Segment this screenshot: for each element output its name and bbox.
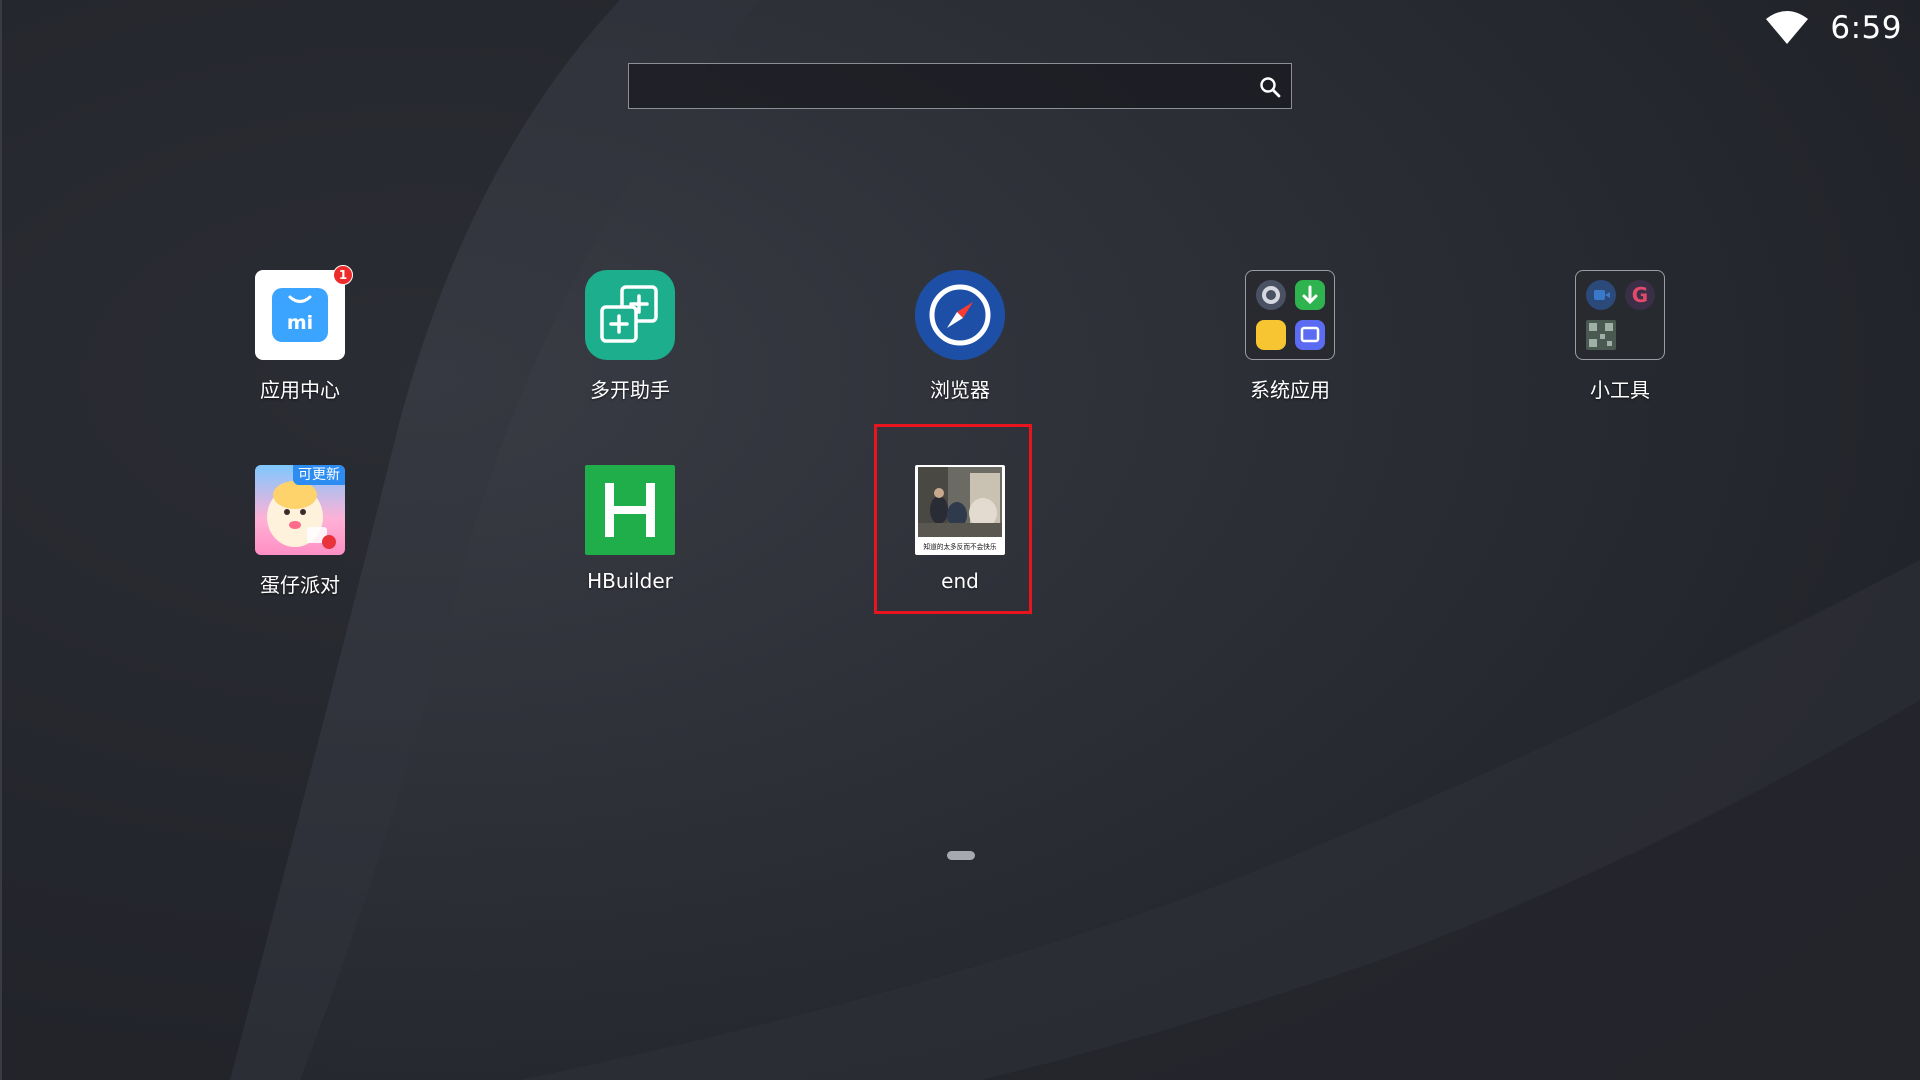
app-app-center[interactable]: mi 1 应用中心	[210, 265, 390, 403]
search-icon[interactable]	[1259, 76, 1281, 98]
compass-icon[interactable]	[915, 270, 1005, 360]
status-clock: 6:59	[1830, 10, 1902, 46]
app-system-apps-folder[interactable]: 系统应用	[1200, 270, 1380, 403]
update-badge: 可更新	[293, 465, 345, 485]
app-label: HBuilder	[587, 569, 673, 593]
app-label: 蛋仔派对	[260, 573, 340, 597]
svg-text:mi: mi	[287, 312, 313, 334]
status-bar: 6:59	[1766, 8, 1902, 48]
svg-text:G: G	[1632, 283, 1648, 307]
page-indicator[interactable]	[947, 851, 975, 860]
multi-open-icon[interactable]	[585, 270, 675, 360]
app-label: 应用中心	[260, 378, 340, 402]
app-multi-open[interactable]: 多开助手	[540, 270, 720, 403]
app-tools-folder[interactable]: G 小工具	[1530, 270, 1710, 403]
tools-folder-icon[interactable]: G	[1575, 270, 1665, 360]
notification-badge: 1	[333, 265, 353, 285]
app-label: 浏览器	[930, 378, 990, 402]
eggy-party-icon[interactable]: 可更新	[255, 465, 345, 555]
hbuilder-icon[interactable]	[585, 465, 675, 555]
highlight-box	[874, 424, 1032, 614]
search-bar[interactable]	[628, 63, 1292, 109]
app-label: 多开助手	[590, 378, 670, 402]
system-apps-folder-icon[interactable]	[1245, 270, 1335, 360]
screen-edge	[0, 0, 2, 1080]
app-label: 系统应用	[1250, 378, 1330, 402]
search-input[interactable]	[629, 64, 1229, 108]
app-center-icon[interactable]: mi 1	[255, 265, 353, 360]
app-eggy-party[interactable]: 可更新 蛋仔派对	[210, 465, 390, 598]
app-label: 小工具	[1590, 378, 1650, 402]
wifi-icon	[1766, 11, 1809, 44]
app-hbuilder[interactable]: HBuilder	[540, 465, 720, 593]
app-browser[interactable]: 浏览器	[870, 270, 1050, 403]
